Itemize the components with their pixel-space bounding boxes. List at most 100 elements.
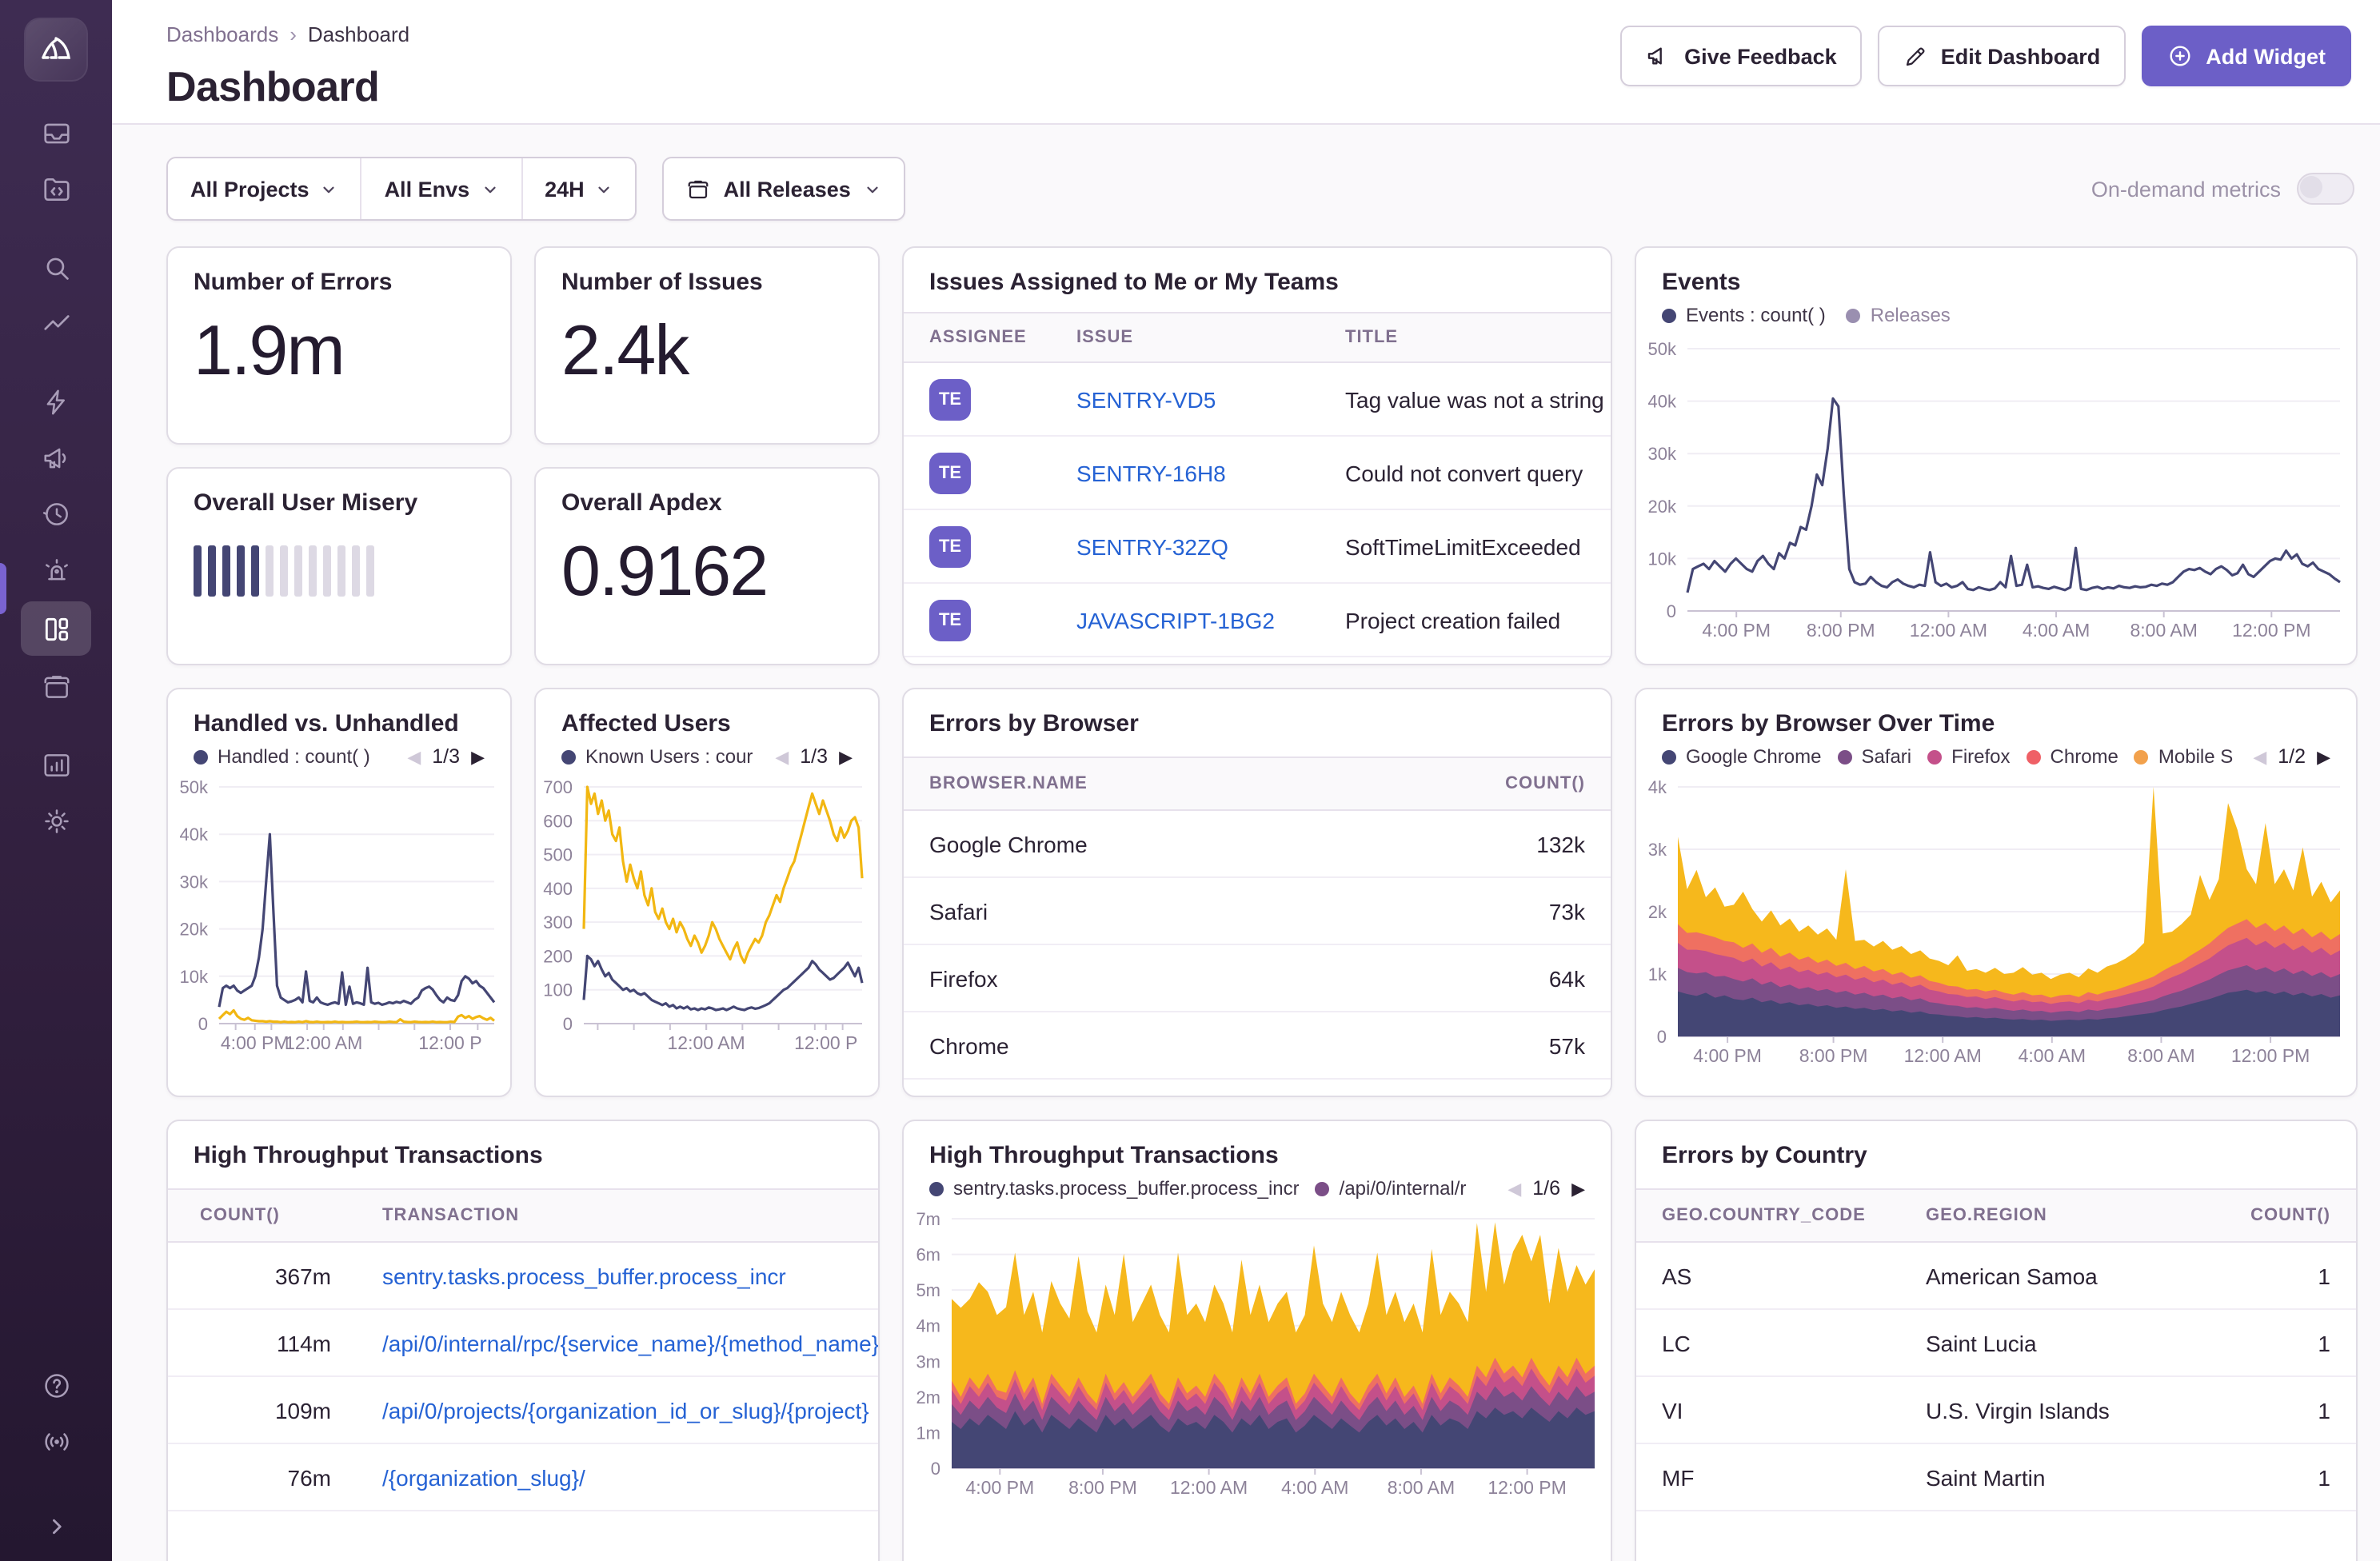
table-row[interactable]: Google Chrome 132k <box>904 811 1611 878</box>
errors-by-browser-chart[interactable]: 01k2k3k4k4:00 PM8:00 PM12:00 AM4:00 AM8:… <box>1636 777 2356 1072</box>
column-issue[interactable]: ISSUE <box>1051 328 1320 347</box>
legend-item[interactable]: /api/0/internal/r <box>1316 1177 1467 1200</box>
date-range-filter[interactable]: 24H <box>522 158 636 219</box>
column-count[interactable]: COUNT() <box>168 1206 357 1225</box>
widget-apdex[interactable]: Overall Apdex 0.9162 <box>534 467 880 665</box>
lightning-icon <box>41 387 71 417</box>
legend-item[interactable]: Firefox <box>1927 745 2010 768</box>
table-row[interactable]: VI U.S. Virgin Islands 1 <box>1636 1377 2356 1444</box>
widget-errors-by-country[interactable]: Errors by Country GEO.COUNTRY_CODE GEO.R… <box>1635 1120 2358 1561</box>
sidebar-item-replays[interactable] <box>21 489 91 539</box>
legend-item[interactable]: Handled : count( ) <box>194 745 370 768</box>
column-count[interactable]: COUNT() <box>2212 1206 2356 1225</box>
legend-item[interactable]: sentry.tasks.process_buffer.process_incr <box>929 1177 1300 1200</box>
transaction-link[interactable]: /api/0/projects/{organization_id_or_slug… <box>357 1397 878 1423</box>
give-feedback-button[interactable]: Give Feedback <box>1620 26 1863 86</box>
column-browser-name[interactable]: BROWSER.NAME <box>904 774 1419 793</box>
sidebar-item-dashboards[interactable] <box>21 601 91 656</box>
table-row[interactable]: Firefox 64k <box>904 945 1611 1012</box>
sidebar-item-whats-new[interactable] <box>21 1417 91 1467</box>
legend-item[interactable]: Events : count( ) <box>1662 304 1826 326</box>
legend-item[interactable]: Safari <box>1837 745 1911 768</box>
table-row[interactable]: Mobile Safari 33k <box>904 1080 1611 1097</box>
legend-item[interactable]: Chrome <box>2027 745 2118 768</box>
issue-link[interactable]: SENTRY-32ZQ <box>1051 533 1320 559</box>
sidebar-item-alerts[interactable] <box>21 545 91 595</box>
affected-users-chart[interactable]: 010020030040050060070012:00 AM12:00 P <box>536 777 878 1059</box>
handled-chart[interactable]: 010k20k30k40k50k4:00 PM12:00 AM12:00 P <box>168 777 510 1059</box>
sidebar-item-stats[interactable] <box>21 741 91 790</box>
column-assignee[interactable]: ASSIGNEE <box>904 328 1051 347</box>
project-filter[interactable]: All Projects <box>168 158 362 219</box>
sidebar-item-help[interactable] <box>21 1361 91 1411</box>
table-row[interactable]: LC Saint Lucia 1 <box>1636 1310 2356 1377</box>
widget-affected-users[interactable]: Affected Users Known Users : cour ◀ 1/3 … <box>534 688 880 1097</box>
breadcrumb-parent[interactable]: Dashboards <box>166 22 278 46</box>
sidebar-collapse[interactable] <box>21 1502 91 1551</box>
legend-item[interactable]: Mobile S <box>2134 745 2233 768</box>
pager-next-icon[interactable]: ▶ <box>2317 746 2330 767</box>
sidebar-item-performance[interactable] <box>21 299 91 349</box>
sidebar-item-starfish[interactable] <box>21 377 91 427</box>
table-row[interactable]: TE SENTRY-16H8 Could not convert query <box>904 437 1611 510</box>
table-row[interactable]: AS American Samoa 1 <box>1636 1243 2356 1310</box>
widget-errors-by-browser[interactable]: Errors by Browser BROWSER.NAME COUNT() G… <box>902 688 1612 1097</box>
pager-prev-icon[interactable]: ◀ <box>2253 746 2266 767</box>
transaction-link[interactable]: /api/0/internal/rpc/{service_name}/{meth… <box>357 1330 878 1355</box>
sidebar-item-projects[interactable] <box>21 165 91 214</box>
widget-high-throughput-chart[interactable]: High Throughput Transactions sentry.task… <box>902 1120 1612 1561</box>
table-row[interactable]: MF Saint Martin 1 <box>1636 1444 2356 1511</box>
pager-prev-icon[interactable]: ◀ <box>1507 1178 1521 1199</box>
table-row[interactable]: TE JAVASCRIPT-1BG2 Project creation fail… <box>904 584 1611 657</box>
legend-item[interactable]: Google Chrome <box>1662 745 1821 768</box>
environment-filter[interactable]: All Envs <box>362 158 523 219</box>
column-title[interactable]: TITLE <box>1320 328 1611 347</box>
pager-next-icon[interactable]: ▶ <box>1571 1178 1585 1199</box>
legend-item[interactable]: Known Users : cour <box>561 745 753 768</box>
table-row[interactable]: 76m /{organization_slug}/ <box>168 1444 878 1511</box>
column-transaction[interactable]: TRANSACTION <box>357 1206 878 1225</box>
pager-prev-icon[interactable]: ◀ <box>407 746 421 767</box>
widget-number-of-errors[interactable]: Number of Errors 1.9m <box>166 246 512 445</box>
sidebar-item-feedback[interactable] <box>21 433 91 483</box>
sidebar-item-issues[interactable] <box>21 109 91 158</box>
svg-text:1k: 1k <box>1648 964 1667 984</box>
transaction-link[interactable]: sentry.tasks.process_buffer.process_incr <box>357 1263 878 1288</box>
table-row[interactable]: 367m sentry.tasks.process_buffer.process… <box>168 1243 878 1310</box>
column-region[interactable]: GEO.REGION <box>1900 1206 2212 1225</box>
widget-errors-by-browser-over-time[interactable]: Errors by Browser Over Time Google Chrom… <box>1635 688 2358 1097</box>
issue-link[interactable]: JAVASCRIPT-1BG2 <box>1051 607 1320 633</box>
sentry-logo[interactable] <box>26 19 86 80</box>
releases-filter[interactable]: All Releases <box>663 157 905 221</box>
sidebar-nav <box>0 109 112 846</box>
column-count[interactable]: COUNT() <box>1419 774 1611 793</box>
widget-events[interactable]: Events Events : count( ) Releases 010k20… <box>1635 246 2358 665</box>
widget-number-of-issues[interactable]: Number of Issues 2.4k <box>534 246 880 445</box>
issue-link[interactable]: SENTRY-16H8 <box>1051 460 1320 485</box>
table-row[interactable]: 109m /api/0/projects/{organization_id_or… <box>168 1377 878 1444</box>
pager-prev-icon[interactable]: ◀ <box>775 746 789 767</box>
events-chart[interactable]: 010k20k30k40k50k4:00 PM8:00 PM12:00 AM4:… <box>1636 339 2356 646</box>
transaction-link[interactable]: /{organization_slug}/ <box>357 1464 878 1490</box>
sidebar-item-releases[interactable] <box>21 662 91 712</box>
throughput-chart[interactable]: 01m2m3m4m5m6m7m4:00 PM8:00 PM12:00 AM4:0… <box>904 1209 1611 1503</box>
ondemand-toggle[interactable] <box>2297 173 2354 205</box>
legend-item[interactable]: Releases <box>1847 304 1951 326</box>
add-widget-button[interactable]: Add Widget <box>2142 26 2351 86</box>
sidebar-item-settings[interactable] <box>21 796 91 846</box>
issue-link[interactable]: SENTRY-VD5 <box>1051 386 1320 412</box>
pager-next-icon[interactable]: ▶ <box>471 746 485 767</box>
widget-user-misery[interactable]: Overall User Misery <box>166 467 512 665</box>
table-row[interactable]: Chrome 57k <box>904 1012 1611 1080</box>
column-country-code[interactable]: GEO.COUNTRY_CODE <box>1636 1206 1900 1225</box>
sidebar-item-search[interactable] <box>21 243 91 293</box>
pager-next-icon[interactable]: ▶ <box>839 746 853 767</box>
table-row[interactable]: 114m /api/0/internal/rpc/{service_name}/… <box>168 1310 878 1377</box>
widget-issues-assigned[interactable]: Issues Assigned to Me or My Teams ASSIGN… <box>902 246 1612 665</box>
widget-handled-vs-unhandled[interactable]: Handled vs. Unhandled Handled : count( )… <box>166 688 512 1097</box>
table-row[interactable]: TE SENTRY-VD5 Tag value was not a string <box>904 363 1611 437</box>
table-row[interactable]: TE SENTRY-32ZQ SoftTimeLimitExceeded <box>904 510 1611 584</box>
widget-high-throughput-table[interactable]: High Throughput Transactions COUNT() TRA… <box>166 1120 880 1561</box>
edit-dashboard-button[interactable]: Edit Dashboard <box>1879 26 2126 86</box>
table-row[interactable]: Safari 73k <box>904 878 1611 945</box>
